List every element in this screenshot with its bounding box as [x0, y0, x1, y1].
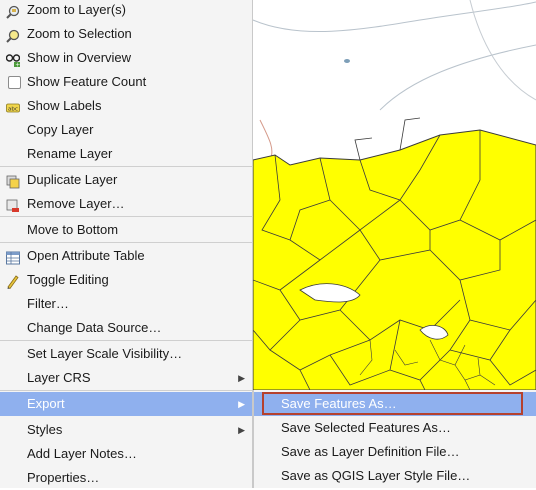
menu-item-label: Properties… [27, 470, 100, 485]
submenu-item-save-selected-features-as[interactable]: Save Selected Features As… [254, 416, 536, 440]
menu-item-show-feature-count[interactable]: Show Feature Count [0, 70, 252, 94]
remove-layer-icon [6, 197, 20, 212]
menu-separator [0, 390, 252, 391]
menu-item-duplicate-layer[interactable]: Duplicate Layer [0, 168, 252, 192]
menu-item-move-to-bottom[interactable]: Move to Bottom [0, 218, 252, 242]
menu-item-label: Layer CRS [27, 370, 91, 385]
menu-item-export[interactable]: Export ▶ [0, 392, 252, 416]
layer-context-menu: Zoom to Layer(s) Zoom to Selection + Sho… [0, 0, 253, 488]
menu-item-show-in-overview[interactable]: + Show in Overview [0, 46, 252, 70]
submenu-arrow-icon: ▶ [238, 399, 245, 409]
duplicate-layer-icon [6, 173, 20, 189]
menu-item-label: Change Data Source… [27, 320, 162, 335]
zoom-selection-icon [6, 27, 20, 43]
menu-item-toggle-editing[interactable]: Toggle Editing [0, 268, 252, 292]
menu-separator [0, 166, 252, 167]
submenu-arrow-icon: ▶ [238, 373, 245, 383]
menu-item-label: Toggle Editing [27, 272, 109, 287]
menu-item-layer-crs[interactable]: Layer CRS ▶ [0, 366, 252, 390]
menu-item-label: Duplicate Layer [27, 172, 118, 187]
submenu-item-label: Save Features As… [281, 396, 397, 411]
polygon-layer [252, 129, 536, 391]
menu-item-label: Show Labels [27, 98, 102, 113]
svg-text:+: + [15, 62, 20, 68]
menu-item-show-labels[interactable]: abc Show Labels [0, 94, 252, 118]
overview-icon: + [5, 51, 20, 69]
menu-separator [0, 216, 252, 217]
menu-separator [0, 242, 252, 243]
menu-item-label: Filter… [27, 296, 69, 311]
menu-item-zoom-to-layers[interactable]: Zoom to Layer(s) [0, 0, 252, 22]
menu-item-label: Zoom to Selection [27, 26, 132, 41]
menu-item-label: Add Layer Notes… [27, 446, 137, 461]
menu-item-label: Copy Layer [27, 122, 94, 137]
labels-icon: abc [6, 99, 20, 113]
menu-item-label: Open Attribute Table [27, 248, 145, 263]
submenu-item-save-features-as[interactable]: Save Features As… [254, 392, 536, 416]
submenu-item-save-as-layer-definition-file[interactable]: Save as Layer Definition File… [254, 440, 536, 464]
menu-item-label: Move to Bottom [27, 222, 119, 237]
menu-item-copy-layer[interactable]: Copy Layer [0, 118, 252, 142]
menu-item-add-layer-notes[interactable]: Add Layer Notes… [0, 442, 252, 466]
menu-item-rename-layer[interactable]: Rename Layer [0, 142, 252, 166]
submenu-item-label: Save Selected Features As… [281, 420, 451, 435]
menu-item-remove-layer[interactable]: Remove Layer… [0, 192, 252, 216]
menu-item-zoom-to-selection[interactable]: Zoom to Selection [0, 22, 252, 46]
menu-item-open-attribute-table[interactable]: Open Attribute Table [0, 244, 252, 268]
attribute-table-icon [6, 249, 20, 265]
submenu-item-label: Save as QGIS Layer Style File… [281, 468, 471, 483]
submenu-item-label: Save as Layer Definition File… [281, 444, 460, 459]
menu-separator [0, 340, 252, 341]
menu-item-filter[interactable]: Filter… [0, 292, 252, 316]
menu-item-label: Styles [27, 422, 63, 437]
menu-item-label: Export [27, 396, 65, 411]
menu-item-label: Rename Layer [27, 146, 113, 161]
menu-item-label: Remove Layer… [27, 196, 125, 211]
menu-item-set-layer-scale-visibility[interactable]: Set Layer Scale Visibility… [0, 342, 252, 366]
menu-item-label: Set Layer Scale Visibility… [27, 346, 183, 361]
checkbox-icon[interactable] [8, 76, 21, 89]
export-submenu: Save Features As… Save Selected Features… [253, 390, 536, 488]
pencil-icon [6, 273, 20, 290]
menu-item-label: Zoom to Layer(s) [27, 2, 126, 17]
svg-text:abc: abc [8, 107, 18, 113]
menu-item-label: Show Feature Count [27, 74, 147, 89]
submenu-item-save-as-qgis-layer-style-file[interactable]: Save as QGIS Layer Style File… [254, 464, 536, 488]
zoom-layer-icon [6, 3, 20, 19]
menu-item-label: Show in Overview [27, 50, 132, 65]
menu-item-change-data-source[interactable]: Change Data Source… [0, 316, 252, 340]
menu-item-styles[interactable]: Styles ▶ [0, 418, 252, 442]
submenu-arrow-icon: ▶ [238, 425, 245, 435]
menu-item-properties[interactable]: Properties… [0, 466, 252, 490]
